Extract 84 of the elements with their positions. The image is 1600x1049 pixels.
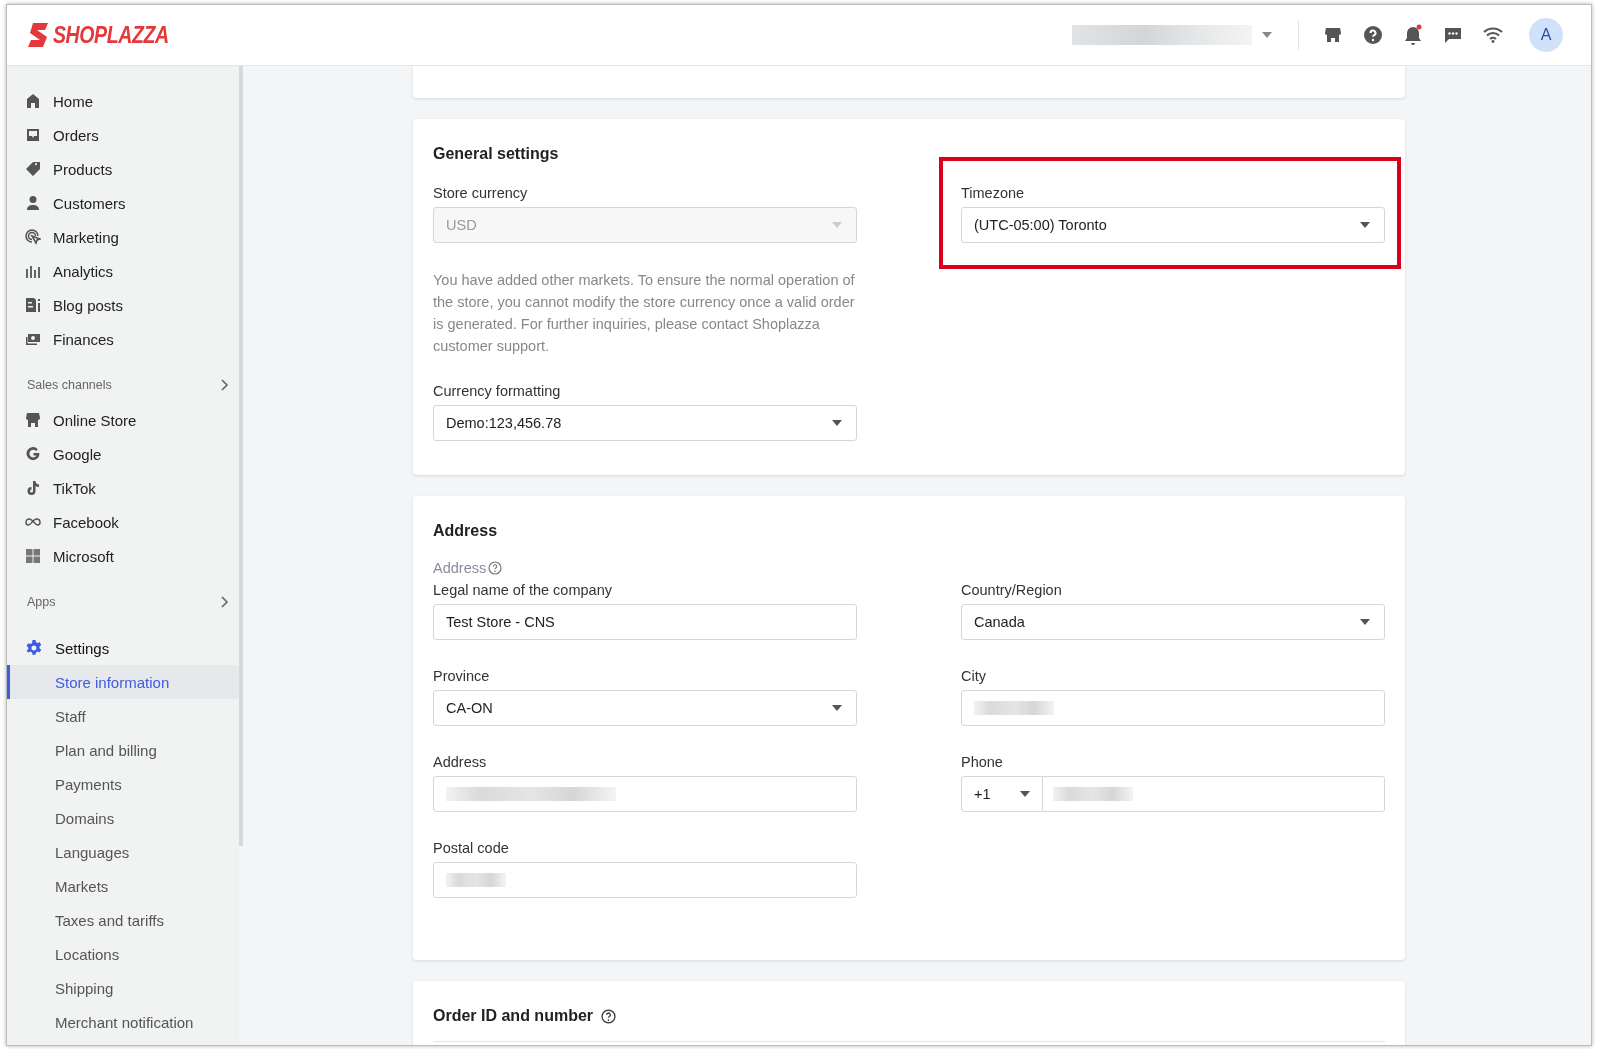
nav-item[interactable]: Marketing xyxy=(7,220,239,254)
field-label: Store currency xyxy=(433,185,529,201)
field-label: Postal code xyxy=(433,840,510,856)
section-title: Order ID and number xyxy=(433,1007,594,1025)
field-label: Currency formatting xyxy=(433,383,562,399)
field-label: Address xyxy=(433,754,488,770)
select-field[interactable]: Canada xyxy=(961,604,1385,640)
caret-icon xyxy=(832,222,842,228)
section-title: Address xyxy=(433,522,499,540)
phone-input[interactable] xyxy=(1043,776,1385,812)
nav-item[interactable]: Facebook xyxy=(7,505,239,539)
section-title: General settings xyxy=(433,145,560,163)
field-label: Country/Region xyxy=(961,582,1063,598)
nav-item[interactable]: Microsoft xyxy=(7,539,239,573)
nav-subitem[interactable]: Store information xyxy=(7,665,239,699)
tag-icon xyxy=(25,161,41,177)
caret-icon xyxy=(1262,32,1272,38)
nav-subitem[interactable]: Merchant notification xyxy=(7,1005,239,1039)
nav-subitem[interactable]: Taxes and tariffs xyxy=(7,903,239,937)
nav-item[interactable]: Home xyxy=(7,84,239,118)
field-label: Phone xyxy=(961,754,1004,770)
logo-icon xyxy=(27,22,49,48)
tiktok-icon xyxy=(25,480,41,496)
nav-subitem[interactable]: Domains xyxy=(7,801,239,835)
caret-icon xyxy=(832,705,842,711)
help-text: You have added other markets. To ensure the normal operation of the store, you cannot modify the store currency once a valid order is generated. For further inquiries, please contact Shoplazza customer support. xyxy=(433,271,856,356)
chevron-right-icon xyxy=(221,596,229,608)
section-toggle[interactable]: Apps xyxy=(27,587,229,617)
caret-icon xyxy=(1360,619,1370,625)
caret-icon xyxy=(1360,222,1370,228)
section-toggle[interactable]: Sales channels xyxy=(27,370,229,400)
nav-subitem[interactable]: Payments xyxy=(7,767,239,801)
help-icon[interactable] xyxy=(1363,25,1383,45)
wifi-icon[interactable] xyxy=(1483,27,1503,43)
select-field[interactable]: CA-ON xyxy=(433,690,857,726)
nav-item[interactable]: Google xyxy=(7,437,239,471)
caret-icon xyxy=(832,420,842,426)
nav-subitem[interactable]: Shipping xyxy=(7,971,239,1005)
person-icon xyxy=(25,195,41,211)
nav-item[interactable]: Products xyxy=(7,152,239,186)
nav-item[interactable]: Settings xyxy=(7,631,239,665)
chevron-right-icon xyxy=(221,379,229,391)
google-icon xyxy=(25,446,41,462)
orders-icon xyxy=(25,127,41,143)
bars-icon xyxy=(25,263,41,279)
subsection-title: Address xyxy=(433,560,487,576)
windows-icon xyxy=(25,548,41,564)
blog-icon xyxy=(25,297,41,313)
nav-item[interactable]: TikTok xyxy=(7,471,239,505)
storefront-icon[interactable] xyxy=(1323,25,1343,45)
nav-item[interactable]: Blog posts xyxy=(7,288,239,322)
store-icon xyxy=(25,412,41,428)
nav-subitem[interactable]: Markets xyxy=(7,869,239,903)
notification-icon[interactable] xyxy=(1403,24,1423,46)
store-switcher[interactable] xyxy=(1072,25,1272,45)
nav-item[interactable]: Orders xyxy=(7,118,239,152)
home-icon xyxy=(25,93,41,109)
nav-item[interactable]: Customers xyxy=(7,186,239,220)
gear-icon xyxy=(25,639,43,657)
field-label: Province xyxy=(433,668,491,684)
timezone-select[interactable]: (UTC-05:00) Toronto xyxy=(961,207,1385,243)
marketing-icon xyxy=(25,229,41,245)
input-field[interactable] xyxy=(433,862,857,898)
logo-text: SHOPLAZZA xyxy=(53,21,169,49)
format-select[interactable]: Demo:123,456.78 xyxy=(433,405,857,441)
nav-subitem[interactable]: Languages xyxy=(7,835,239,869)
nav-item[interactable]: Finances xyxy=(7,322,239,356)
nav-item[interactable]: Online Store xyxy=(7,403,239,437)
nav-subitem[interactable]: Staff xyxy=(7,699,239,733)
input-field[interactable] xyxy=(961,690,1385,726)
help-icon[interactable] xyxy=(601,1008,617,1024)
nav-subitem[interactable]: Plan and billing xyxy=(7,733,239,767)
nav-item[interactable]: Analytics xyxy=(7,254,239,288)
field-label: Timezone xyxy=(961,185,1026,201)
field-label: Legal name of the company xyxy=(433,582,613,598)
user-avatar[interactable]: A xyxy=(1529,18,1563,52)
country-code-select[interactable]: +1 xyxy=(961,776,1043,812)
field-label: City xyxy=(961,668,987,684)
nav-subitem[interactable]: Locations xyxy=(7,937,239,971)
input-field[interactable] xyxy=(433,776,857,812)
caret-icon xyxy=(1020,791,1030,797)
input-field[interactable]: Test Store - CNS xyxy=(433,604,857,640)
finance-icon xyxy=(25,331,41,347)
chat-icon[interactable] xyxy=(1443,25,1463,45)
